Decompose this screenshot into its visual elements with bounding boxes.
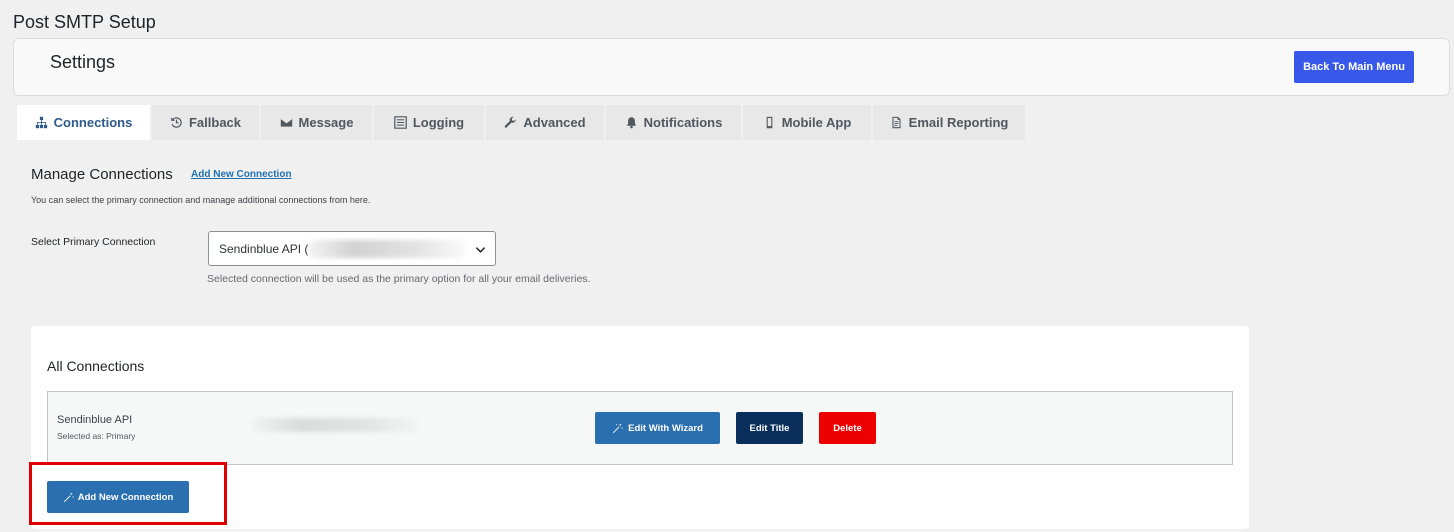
back-to-main-menu-button[interactable]: Back To Main Menu xyxy=(1294,51,1414,83)
settings-header: Settings Back To Main Menu xyxy=(13,38,1450,96)
connection-selected-as: Selected as: Primary xyxy=(57,431,136,441)
primary-connection-help: Selected connection will be used as the … xyxy=(207,273,591,285)
settings-tabs: Connections Fallback Message Logging Adv… xyxy=(17,105,1027,140)
tab-connections[interactable]: Connections xyxy=(17,105,150,140)
manage-connections-heading: Manage Connections xyxy=(31,166,173,183)
primary-connection-label: Select Primary Connection xyxy=(31,236,156,248)
tab-mobile-app[interactable]: Mobile App xyxy=(743,105,871,140)
edit-with-wizard-label: Edit With Wizard xyxy=(628,422,703,434)
envelope-icon xyxy=(280,118,292,127)
settings-title: Settings xyxy=(50,52,116,72)
tab-connections-label: Connections xyxy=(53,115,133,130)
tab-notifications-label: Notifications xyxy=(643,115,723,130)
chevron-down-icon xyxy=(475,247,486,253)
primary-connection-select[interactable]: Sendinblue API ( xyxy=(208,231,496,266)
add-new-connection-button[interactable]: Add New Connection xyxy=(47,481,189,513)
tab-fallback-label: Fallback xyxy=(188,115,242,130)
tab-fallback[interactable]: Fallback xyxy=(152,105,259,140)
edit-title-button[interactable]: Edit Title xyxy=(736,412,803,444)
redacted-blur xyxy=(253,418,418,432)
edit-with-wizard-button[interactable]: Edit With Wizard xyxy=(595,412,720,444)
tab-mobile-app-label: Mobile App xyxy=(781,115,852,130)
add-new-connection-label: Add New Connection xyxy=(77,491,174,503)
page-title: Post SMTP Setup xyxy=(13,12,156,32)
redacted-blur xyxy=(307,240,467,258)
manage-connections-description: You can select the primary connection an… xyxy=(31,195,371,205)
tab-logging-label: Logging xyxy=(412,115,465,130)
bell-icon xyxy=(626,117,636,129)
mobile-icon xyxy=(766,116,773,129)
connection-row: Sendinblue API Selected as: Primary Edit… xyxy=(47,391,1233,465)
magic-wand-icon xyxy=(613,422,624,433)
all-connections-heading: All Connections xyxy=(47,358,145,374)
list-icon xyxy=(394,116,407,129)
primary-connection-value: Sendinblue API ( xyxy=(219,242,309,256)
tab-email-reporting[interactable]: Email Reporting xyxy=(873,105,1025,140)
tab-advanced-label: Advanced xyxy=(523,115,586,130)
delete-button[interactable]: Delete xyxy=(819,412,876,444)
magic-wand-icon xyxy=(63,491,74,502)
tab-message-label: Message xyxy=(298,115,354,130)
connection-name: Sendinblue API xyxy=(57,414,133,426)
tab-notifications[interactable]: Notifications xyxy=(606,105,741,140)
tab-logging[interactable]: Logging xyxy=(374,105,484,140)
all-connections-card: All Connections Sendinblue API Selected … xyxy=(31,326,1249,529)
add-new-connection-link[interactable]: Add New Connection xyxy=(191,169,292,180)
tab-advanced[interactable]: Advanced xyxy=(486,105,604,140)
tab-message[interactable]: Message xyxy=(261,105,372,140)
tab-email-reporting-label: Email Reporting xyxy=(908,115,1009,130)
report-icon xyxy=(892,116,901,129)
history-icon xyxy=(171,117,182,128)
wrench-icon xyxy=(505,116,517,128)
sitemap-icon xyxy=(35,116,47,129)
